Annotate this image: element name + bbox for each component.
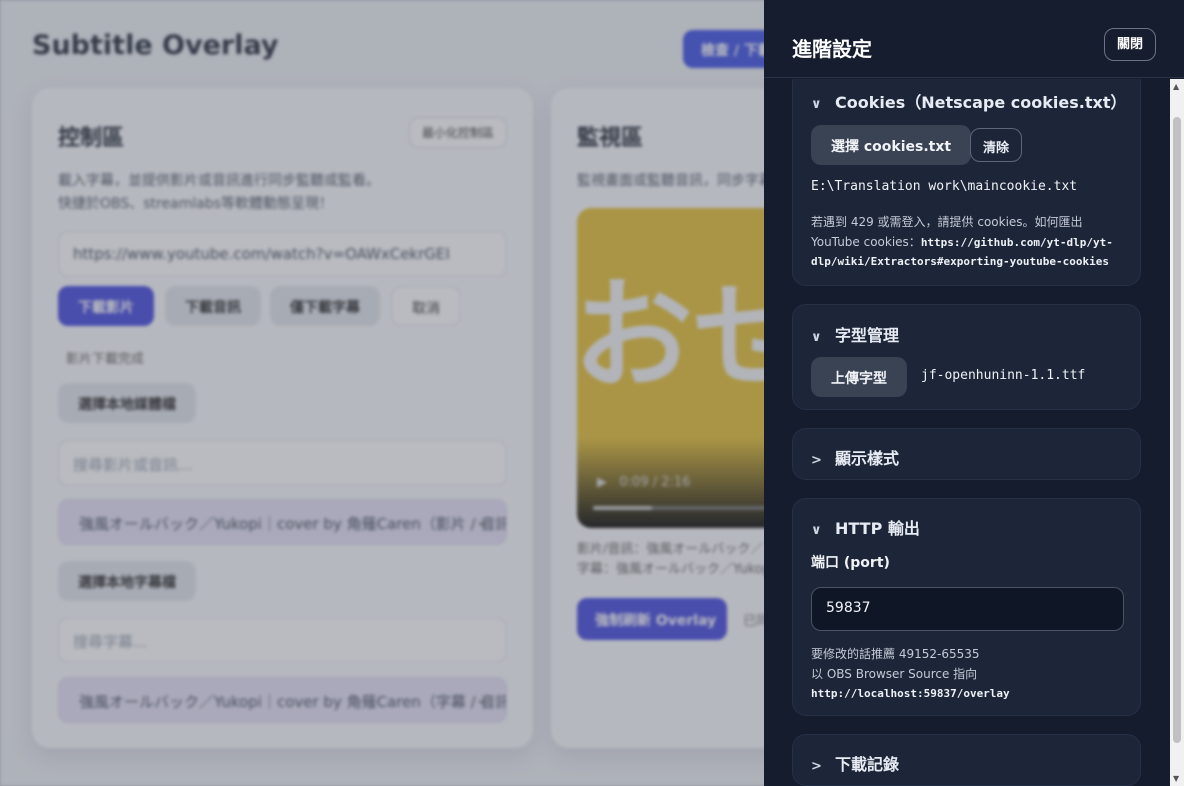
http-output-section: ∨ HTTP 輸出 端口 (port) 59837 要修改的話推薦 49152-6… bbox=[792, 498, 1141, 716]
cookies-path: E:\Translation work\maincookie.txt bbox=[811, 179, 1078, 194]
cookies-section-header[interactable]: ∨ Cookies（Netscape cookies.txt） bbox=[811, 89, 1126, 113]
current-font-name: jf-openhuninn-1.1.ttf bbox=[921, 368, 1086, 383]
download-history-header[interactable]: > 下載記錄 bbox=[811, 751, 899, 775]
fonts-section: ∨ 字型管理 上傳字型 jf-openhuninn-1.1.ttf bbox=[792, 304, 1141, 410]
chevron-right-icon: > bbox=[811, 453, 822, 468]
overlay-url[interactable]: http://localhost:59837/overlay bbox=[811, 687, 1010, 700]
http-note-line-1: 要修改的話推薦 49152-65535 bbox=[811, 647, 980, 661]
http-note-line-2: 以 OBS Browser Source 指向 bbox=[811, 666, 978, 681]
close-button[interactable]: 關閉 bbox=[1104, 28, 1156, 61]
cookies-section: ∨ Cookies（Netscape cookies.txt） 選擇 cookie… bbox=[792, 79, 1141, 286]
display-style-header[interactable]: > 顯示樣式 bbox=[811, 445, 899, 469]
port-label: 端口 (port) bbox=[811, 555, 890, 571]
cookies-note: 若遇到 429 或需登入，請提供 cookies。如何匯出 YouTube co… bbox=[811, 213, 1129, 272]
drawer-title: 進階設定 bbox=[792, 37, 872, 61]
chevron-right-icon: > bbox=[811, 759, 822, 774]
drawer-scrollbar[interactable]: ▲ ▼ bbox=[1170, 79, 1184, 786]
scroll-down-arrow-icon[interactable]: ▼ bbox=[1173, 774, 1179, 783]
choose-cookies-button[interactable]: 選擇 cookies.txt bbox=[811, 125, 972, 165]
scroll-up-arrow-icon[interactable]: ▲ bbox=[1173, 82, 1179, 91]
cookies-heading: Cookies（Netscape cookies.txt） bbox=[835, 93, 1127, 112]
drawer-body: ∨ Cookies（Netscape cookies.txt） 選擇 cookie… bbox=[764, 79, 1170, 786]
scrollbar-thumb[interactable] bbox=[1173, 117, 1181, 743]
upload-font-button[interactable]: 上傳字型 bbox=[811, 357, 907, 397]
display-style-section[interactable]: > 顯示樣式 bbox=[792, 428, 1141, 480]
download-history-heading: 下載記錄 bbox=[835, 755, 900, 774]
chevron-down-icon: ∨ bbox=[811, 97, 822, 112]
http-output-heading: HTTP 輸出 bbox=[835, 519, 920, 538]
download-history-section[interactable]: > 下載記錄 bbox=[792, 734, 1141, 786]
http-note: 要修改的話推薦 49152-65535 以 OBS Browser Source… bbox=[811, 645, 1129, 704]
drawer-header: 進階設定 關閉 bbox=[764, 0, 1184, 78]
port-input[interactable]: 59837 bbox=[811, 587, 1124, 631]
advanced-settings-drawer: 進階設定 關閉 ∨ Cookies（Netscape cookies.txt） 選… bbox=[764, 0, 1184, 786]
http-output-header[interactable]: ∨ HTTP 輸出 bbox=[811, 515, 920, 539]
chevron-down-icon: ∨ bbox=[811, 330, 822, 345]
fonts-heading: 字型管理 bbox=[835, 326, 900, 345]
display-style-heading: 顯示樣式 bbox=[835, 449, 900, 468]
chevron-down-icon: ∨ bbox=[811, 523, 822, 538]
clear-cookies-button[interactable]: 清除 bbox=[970, 128, 1023, 162]
fonts-section-header[interactable]: ∨ 字型管理 bbox=[811, 322, 899, 346]
